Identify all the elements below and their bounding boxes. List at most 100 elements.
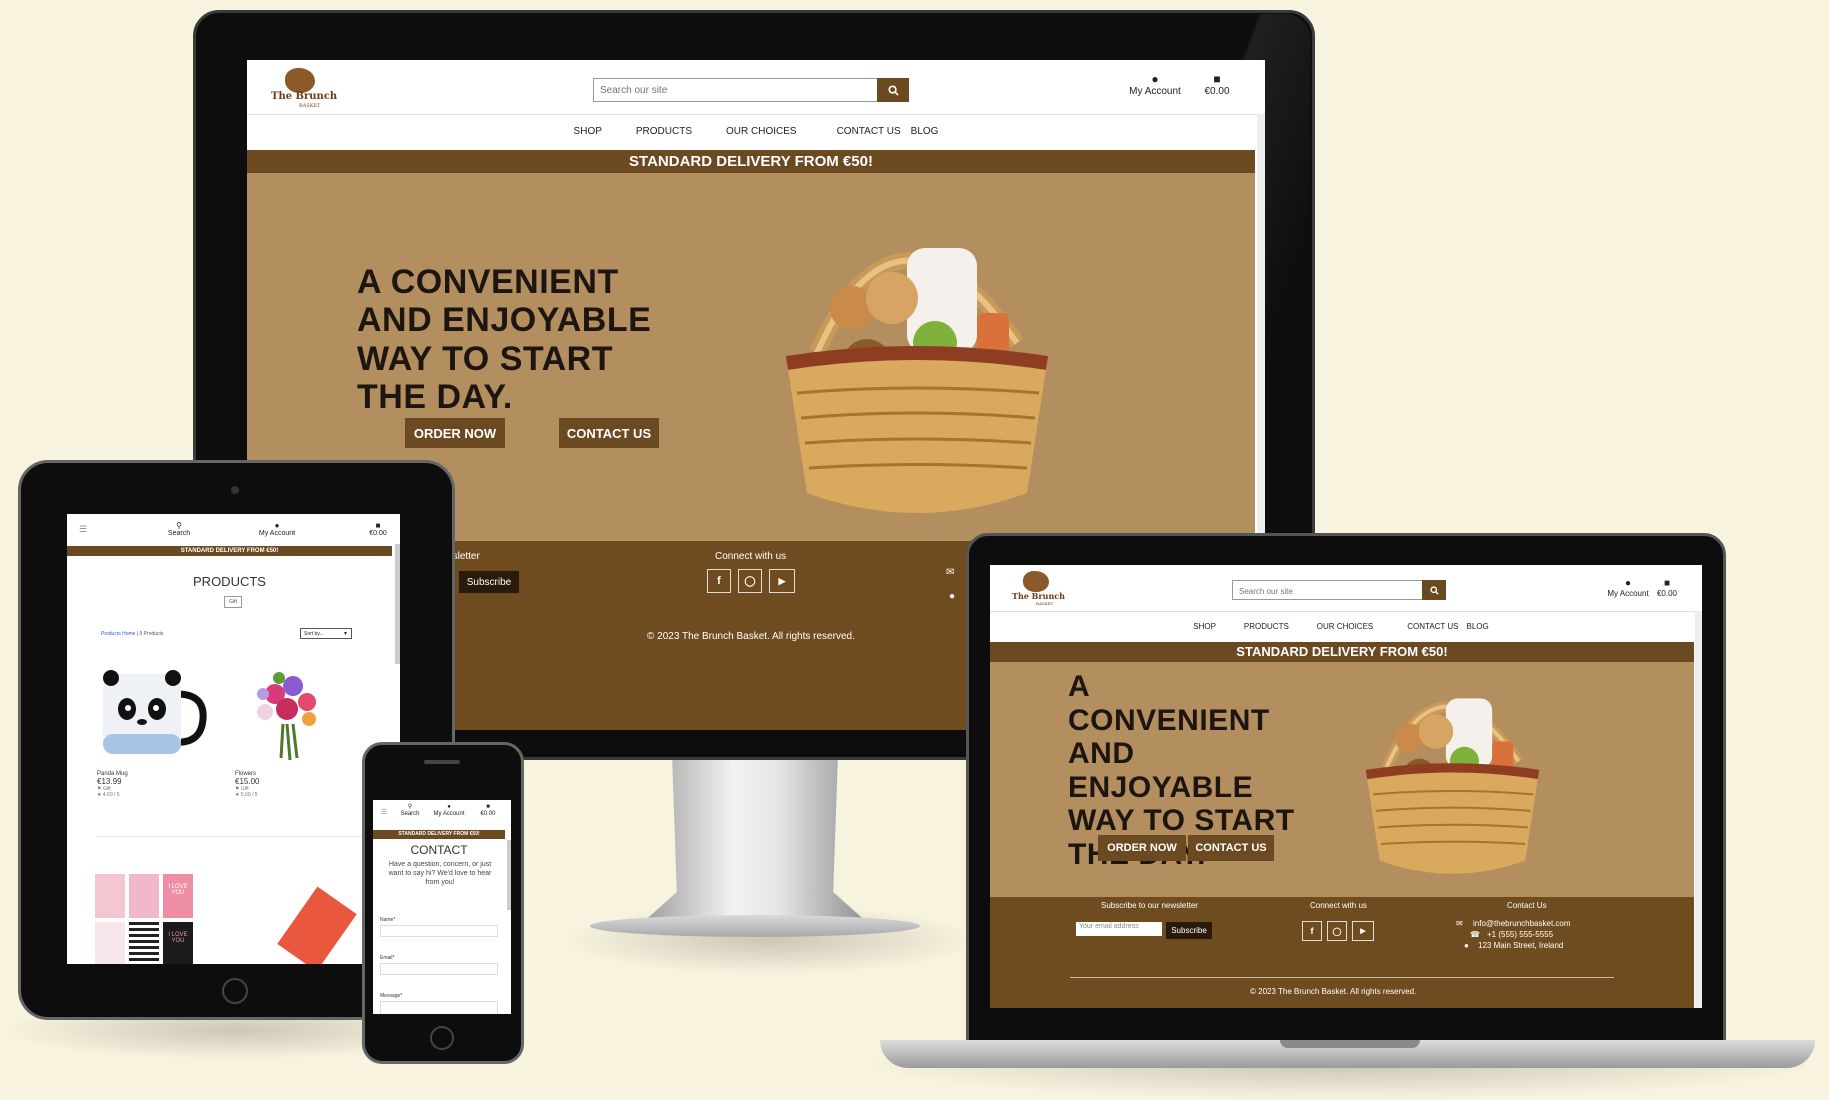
monitor-base [590,915,920,937]
product-card-flowers[interactable]: Flowers €15.00 ⚑ Gift ★ 5.00 / 5 [235,664,345,798]
email-field[interactable] [380,963,498,975]
phone-speaker [424,760,460,764]
message-label: Message* [380,993,403,999]
phone-page-title: CONTACT [410,843,468,857]
laptop-order-now-button[interactable]: ORDER NOW [1098,835,1186,861]
laptop-instagram-icon[interactable]: ◯ [1327,921,1347,941]
laptop-youtube-icon[interactable]: ▶ [1352,921,1374,941]
laptop-logo-text: The Brunch [1012,591,1065,601]
laptop-nav-contact-us[interactable]: CONTACT US [1407,622,1458,631]
breadcrumb-products-home-link[interactable]: Products Home [101,631,135,637]
tablet-home-button[interactable] [222,978,248,1004]
nav-our-choices[interactable]: OUR CHOICES [726,126,797,137]
phone-bag-icon: ■ [486,804,490,810]
search-input[interactable] [594,79,878,101]
card-image-dark: I LOVE YOU [163,922,193,964]
phone-home-button[interactable] [430,1026,454,1050]
laptop-logo[interactable]: The Brunch BASKET [1012,571,1065,609]
laptop-search-button[interactable] [1422,580,1446,600]
laptop-contact-email[interactable]: info@thebrunchbasket.com [1473,919,1571,928]
phone-cart-link[interactable]: ■ €0.00 [475,804,501,817]
instagram-icon[interactable]: ◯ [738,569,762,593]
laptop-cart-total: €0.00 [1656,589,1678,598]
laptop-account-link[interactable]: ● My Account [1602,578,1654,598]
laptop-bag-icon: ■ [1663,578,1671,589]
message-field[interactable] [380,1001,498,1014]
card-image-dots [129,874,159,918]
product-card-panda-mug[interactable]: Panda Mug €13.99 ⚑ Gift ★ 4.60 / 5 [97,664,207,798]
laptop-newsletter-heading: Subscribe to our newsletter [1101,901,1198,910]
youtube-icon[interactable]: ▶ [769,569,795,593]
phone-scrollbar[interactable] [507,840,511,910]
laptop-nav-our-choices[interactable]: OUR CHOICES [1317,622,1373,631]
phone-account-link[interactable]: ● My Account [429,804,469,817]
nav-contact-us[interactable]: CONTACT US [837,126,901,137]
product-price: €13.99 [97,777,122,786]
search-button[interactable] [877,78,909,102]
flowers-image [257,672,316,761]
laptop-location-icon: ● [1464,941,1469,950]
laptop-cart-link[interactable]: ■ €0.00 [1650,578,1684,598]
tablet-search-link[interactable]: ⚲ Search [159,521,199,537]
tablet-cart-link[interactable]: ■ €0.00 [363,521,393,537]
tablet-sort-select[interactable]: Sort by... ▼ [300,628,352,639]
phone-search-link[interactable]: ⚲ Search [397,804,423,817]
account-label: My Account [1129,86,1181,97]
laptop-logo-subtext: BASKET [1036,601,1054,606]
laptop-contact-phone: +1 (555) 555-5555 [1487,930,1554,939]
phone-search-label: Search [400,811,420,817]
laptop-phone-icon: ☎ [1470,930,1480,939]
nav-products[interactable]: PRODUCTS [636,126,692,137]
subscribe-button[interactable]: Subscribe [459,571,519,593]
tablet-cart-total: €0.00 [369,530,387,537]
laptop-nav-blog[interactable]: BLOG [1467,622,1489,631]
product-card-greeting-cards[interactable]: I LOVE YOU I LOVE YOU [95,874,195,964]
laptop-search-wrapper [1232,580,1424,601]
site-logo[interactable]: The Brunch BASKET [271,68,337,110]
laptop-facebook-icon[interactable]: f [1302,921,1322,941]
nav-blog[interactable]: BLOG [911,126,939,137]
tablet-account-link[interactable]: ● My Account [252,521,302,537]
card-image-hearts [95,874,125,918]
tablet-filter-tag[interactable]: Gift [224,596,242,608]
product-card-chocolates[interactable] [277,886,357,964]
laptop-mail-icon: ✉ [1456,919,1463,928]
laptop-account-label: My Account [1607,589,1649,598]
contact-us-button[interactable]: CONTACT US [559,418,659,448]
laptop-header: The Brunch BASKET ● My Account ■ €0.00 [990,565,1702,612]
cart-link[interactable]: ■ €0.00 [1197,73,1237,98]
account-link[interactable]: ● My Account [1125,73,1185,98]
tablet-scrollbar[interactable] [395,544,400,664]
cart-total: €0.00 [1204,86,1230,97]
laptop-notch [1280,1040,1420,1048]
tablet-search-icon: ⚲ [176,521,182,530]
phone-hamburger-icon[interactable]: ☰ [379,808,389,816]
tablet-bag-icon: ■ [375,521,381,530]
laptop-search-input[interactable] [1233,582,1423,601]
laptop-connect-heading: Connect with us [1310,901,1367,910]
tablet-camera [231,486,239,494]
breadcrumb-product-count: | 9 Products [135,631,164,637]
nav-shop[interactable]: SHOP [574,126,602,137]
laptop-contact-us-button[interactable]: CONTACT US [1188,835,1274,861]
location-icon: ● [949,591,956,602]
product-rating: ★ 4.60 / 5 [97,792,120,798]
logo-text: The Brunch [271,91,338,102]
order-now-button[interactable]: ORDER NOW [405,418,505,448]
site-header: The Brunch BASKET ● My Account ■ €0.00 [247,60,1265,115]
laptop-site: The Brunch BASKET ● My Account ■ €0.00 S… [990,565,1702,1008]
laptop-search-icon [1429,585,1439,595]
search-input-wrapper [593,78,879,102]
copyright: © 2023 The Brunch Basket. All rights res… [647,631,855,642]
laptop-nav-shop[interactable]: SHOP [1193,622,1216,631]
laptop-nav-products[interactable]: PRODUCTS [1244,622,1289,631]
laptop-newsletter-email-input[interactable]: Your email address [1076,922,1162,936]
laptop-scrollbar[interactable] [1695,611,1702,1008]
panda-mug-image [103,670,207,754]
name-field[interactable] [380,925,498,937]
facebook-icon[interactable]: f [707,569,731,593]
card-image-black [95,922,125,964]
main-nav: SHOP PRODUCTS OUR CHOICES CONTACT US BLO… [247,126,1265,137]
hamburger-icon[interactable]: ☰ [77,524,89,535]
laptop-subscribe-button[interactable]: Subscribe [1166,922,1212,939]
